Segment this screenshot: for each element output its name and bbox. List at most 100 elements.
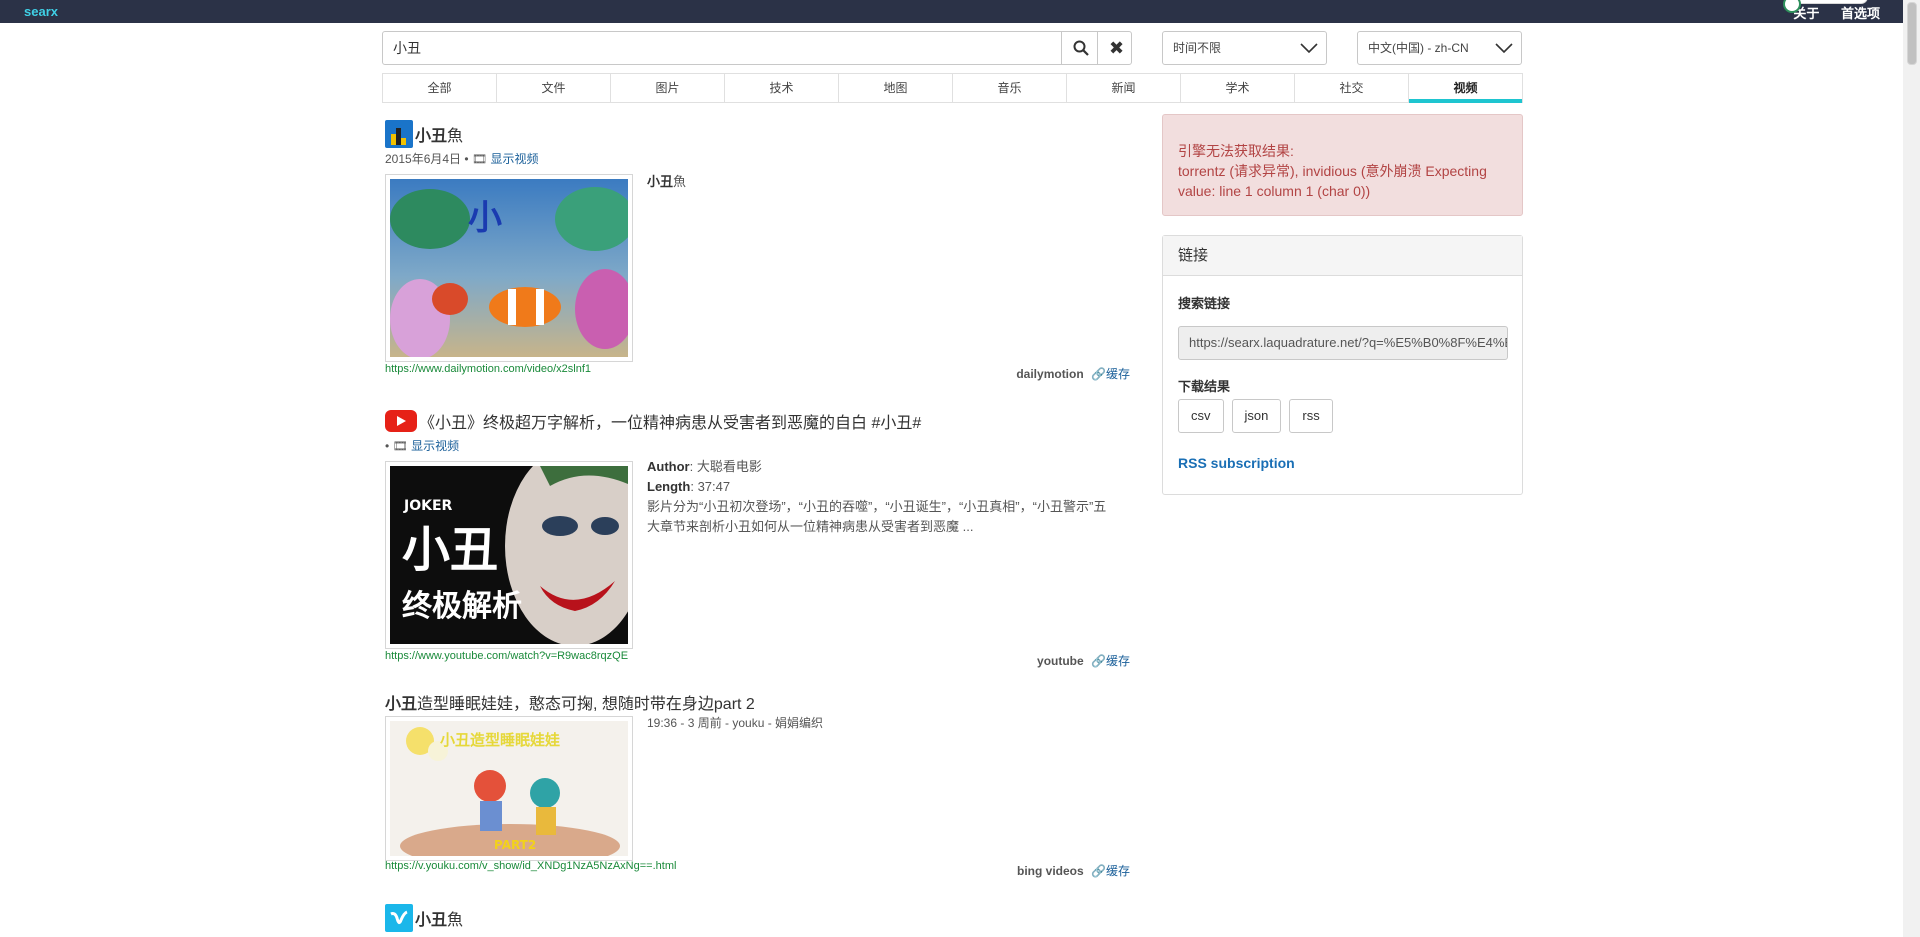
result-url[interactable]: https://v.youku.com/v_show/id_XNDg1NzA5N…: [385, 860, 676, 872]
result-url[interactable]: https://www.youtube.com/watch?v=R9wac8rq…: [385, 650, 628, 662]
alert-body: torrentz (请求异常), invidious (意外崩溃 Expecti…: [1178, 163, 1487, 199]
tab-all[interactable]: 全部: [383, 74, 497, 103]
alert-title: 引擎无法获取结果:: [1178, 143, 1294, 159]
length-label: Length: [647, 479, 691, 494]
result-title-link[interactable]: 小丑 造型睡眠娃娃，憨态可掬, 想随时带在身边part 2: [385, 689, 1130, 715]
film-icon: 🎞: [471, 152, 488, 166]
download-rss-button[interactable]: rss: [1289, 399, 1333, 433]
desc-text: 魚: [673, 174, 687, 189]
thumbnail-caption: 小丑造型睡眠娃娃: [440, 731, 560, 749]
author-value: 大聪看电影: [696, 459, 762, 474]
brand-logo[interactable]: searx: [24, 4, 58, 19]
result-title-link[interactable]: 小丑魚: [385, 904, 1130, 932]
author-label: Author: [647, 459, 690, 474]
search-link-field[interactable]: https://searx.laquadrature.net/?q=%E5%B0…: [1178, 326, 1508, 360]
time-range-select[interactable]: 时间不限: [1162, 31, 1327, 65]
category-tabs: 全部 文件 图片 技术 地图 音乐 新闻 学术 社交 视频: [382, 73, 1523, 103]
result-date: 2015年6月4日: [385, 152, 462, 166]
chevron-down-icon: [1495, 43, 1513, 54]
video-thumbnail[interactable]: 小: [385, 174, 633, 362]
search-input[interactable]: [383, 32, 1061, 64]
result-title-text: 魚: [447, 912, 464, 929]
length-value: 37:47: [697, 479, 731, 494]
links-panel: 链接 搜索链接 https://searx.laquadrature.net/?…: [1162, 235, 1523, 495]
author-line: Author: 大聪看电影: [647, 459, 762, 474]
result-title-text: 《小丑》终极超万字解析，一位精神病患从受害者到恶魔的自白 #小丑#: [419, 415, 922, 432]
cache-link[interactable]: 🔗缓存: [1091, 864, 1130, 878]
rss-subscription-link[interactable]: RSS subscription: [1178, 455, 1295, 471]
vimeo-favicon-icon: [385, 904, 413, 932]
scrollbar-thumb[interactable]: [1907, 2, 1917, 65]
language-value: 中文(中国) - zh-CN: [1368, 41, 1469, 55]
result-description: 小丑魚: [647, 172, 1117, 192]
cache-link[interactable]: 🔗缓存: [1091, 367, 1130, 381]
download-json-button[interactable]: json: [1231, 399, 1282, 433]
link-icon: 🔗: [1091, 367, 1106, 381]
result-item: 小丑 造型睡眠娃娃，憨态可掬, 想随时带在身边part 2 小丑造型睡眠娃娃 PA…: [385, 689, 1130, 889]
result-item: 小丑魚 2015年6月4日 • 🎞 显示视频 小 小丑魚 https://www…: [385, 120, 1130, 382]
result-item: 小丑魚: [385, 904, 1130, 937]
download-buttons: csv json rss: [1178, 399, 1341, 433]
cache-label: 缓存: [1105, 864, 1130, 878]
cache-link[interactable]: 🔗缓存: [1091, 654, 1130, 668]
tab-it[interactable]: 技术: [725, 74, 839, 103]
result-meta: • 🎞 显示视频: [385, 439, 460, 453]
thumbnail-caption: 小: [468, 198, 502, 238]
tab-files[interactable]: 文件: [497, 74, 611, 103]
result-engine: dailymotion 🔗缓存: [1016, 365, 1130, 382]
tab-images[interactable]: 图片: [611, 74, 725, 103]
result-title-text: 造型睡眠娃娃，憨态可掬, 想随时带在身边part 2: [417, 696, 755, 713]
page-scrollbar[interactable]: [1903, 0, 1920, 937]
result-item: 《小丑》终极超万字解析，一位精神病患从受害者到恶魔的自白 #小丑# • 🎞 显示…: [385, 407, 1130, 669]
download-csv-button[interactable]: csv: [1178, 399, 1224, 433]
result-title-highlight: 小丑: [415, 912, 448, 929]
tab-social[interactable]: 社交: [1295, 74, 1409, 103]
show-video-link[interactable]: 显示视频: [491, 152, 539, 166]
cache-label: 缓存: [1105, 367, 1130, 381]
tab-videos[interactable]: 视频: [1409, 74, 1522, 103]
top-bar: searx 关于 首选项: [0, 0, 1920, 23]
engine-error-alert: 引擎无法获取结果: torrentz (请求异常), invidious (意外…: [1162, 114, 1523, 216]
result-title-link[interactable]: 小丑魚: [385, 120, 1130, 148]
thumbnail-image: 小丑造型睡眠娃娃 PART2: [390, 721, 628, 856]
thumbnail-image: 小: [390, 179, 628, 357]
video-thumbnail[interactable]: 小丑造型睡眠娃娃 PART2: [385, 716, 633, 861]
result-title-link[interactable]: 《小丑》终极超万字解析，一位精神病患从受害者到恶魔的自白 #小丑#: [385, 407, 1130, 435]
result-description: Author: 大聪看电影 Length: 37:47 影片分为“小丑初次登场”…: [647, 457, 1117, 537]
language-select[interactable]: 中文(中国) - zh-CN: [1357, 31, 1522, 65]
video-thumbnail[interactable]: JOKER 小丑 终极解析: [385, 461, 633, 649]
film-icon: 🎞: [392, 439, 408, 453]
thumbnail-caption-joker: JOKER: [403, 498, 453, 514]
engine-name: dailymotion: [1016, 367, 1084, 381]
preferences-link[interactable]: 首选项: [1841, 6, 1880, 21]
search-link-label: 搜索链接: [1178, 296, 1231, 311]
chevron-down-icon: [1300, 43, 1318, 54]
clear-search-button[interactable]: ✖: [1097, 32, 1135, 64]
tab-map[interactable]: 地图: [839, 74, 953, 103]
extension-badge-icon[interactable]: [1783, 0, 1868, 13]
download-label: 下载结果: [1178, 379, 1231, 394]
content-text: 影片分为“小丑初次登场”，“小丑的吞噬”，“小丑诞生”，“小丑真相”，“小丑警示…: [647, 499, 1107, 534]
result-meta: 19:36 - 3 周前 - youku - 娟娟编织: [647, 716, 824, 730]
result-url[interactable]: https://www.dailymotion.com/video/x2slnf…: [385, 363, 591, 375]
tab-news[interactable]: 新闻: [1067, 74, 1181, 103]
thumbnail-badge: PART2: [494, 838, 536, 852]
close-icon: ✖: [1108, 37, 1125, 58]
youtube-favicon-icon: [385, 409, 417, 433]
thumbnail-image: JOKER 小丑 终极解析: [390, 466, 628, 644]
tab-science[interactable]: 学术: [1181, 74, 1295, 103]
result-engine: youtube 🔗缓存: [1037, 652, 1130, 669]
cache-label: 缓存: [1105, 654, 1130, 668]
search-box: ✖: [382, 31, 1132, 65]
link-icon: 🔗: [1091, 654, 1106, 668]
show-video-link[interactable]: 显示视频: [411, 439, 459, 453]
panel-heading: 链接: [1163, 236, 1522, 276]
engine-name: youtube: [1037, 654, 1084, 668]
dailymotion-favicon-icon: [385, 120, 413, 148]
desc-highlight: 小丑: [647, 174, 674, 189]
thumbnail-caption-sub: 终极解析: [402, 589, 522, 624]
length-line: Length: 37:47: [647, 479, 731, 494]
search-button[interactable]: [1061, 32, 1099, 64]
result-title-highlight: 小丑: [415, 128, 448, 145]
tab-music[interactable]: 音乐: [953, 74, 1067, 103]
